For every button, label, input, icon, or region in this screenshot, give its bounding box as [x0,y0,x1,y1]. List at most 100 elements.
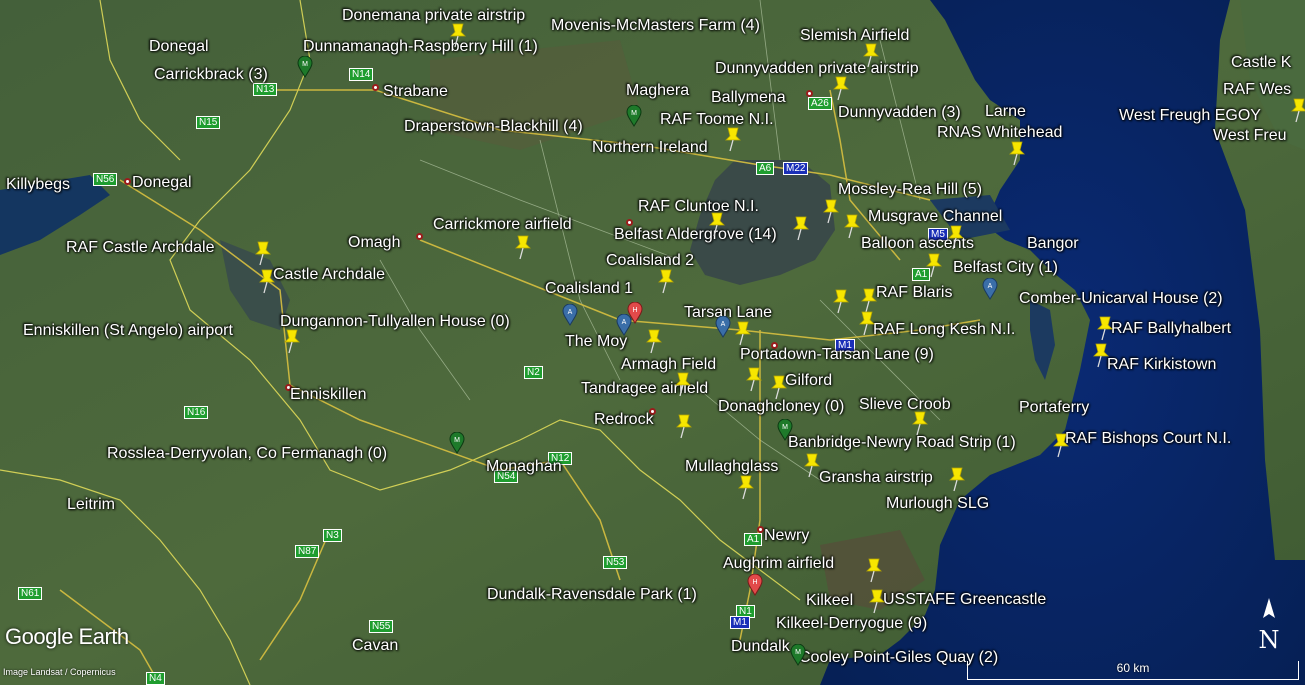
label-raf-kirkistown[interactable]: RAF Kirkistown [1107,356,1216,374]
label-west-freu[interactable]: West Freu [1213,127,1287,145]
pushpin-icon[interactable] [946,466,968,492]
label-gransha[interactable]: Gransha airstrip [819,469,933,487]
label-cavan: Cavan [352,637,399,654]
label-dungannon[interactable]: Dungannon-Tullyallen House (0) [280,313,510,331]
label-donemana[interactable]: Donemana private airstrip [342,7,525,25]
label-dundalk-ravensdale[interactable]: Dundalk-Ravensdale Park (1) [487,586,697,604]
green-placemark-icon[interactable]: M [449,432,465,454]
pushpin-icon[interactable] [673,413,695,439]
label-carrickmore[interactable]: Carrickmore airfield [433,216,572,234]
pushpin-icon[interactable] [706,211,728,237]
pushpin-icon[interactable] [856,310,878,336]
label-mossley[interactable]: Mossley-Rea Hill (5) [838,181,982,199]
label-mullaghglass[interactable]: Mullaghglass [685,458,778,476]
label-belfast-aldergrove[interactable]: Belfast Aldergrove (14) [614,226,777,244]
label-dunnamanagh[interactable]: Dunnamanagh-Raspberry Hill (1) [303,38,538,56]
pushpin-icon[interactable] [909,410,931,436]
green-placemark-icon[interactable]: M [626,105,642,127]
pushpin-icon[interactable] [672,371,694,397]
label-raf-west[interactable]: RAF Wes [1223,81,1291,99]
pushpin-icon[interactable] [790,215,812,241]
north-arrow-icon[interactable]: N [1255,596,1283,656]
label-enniskillen-airport[interactable]: Enniskillen (St Angelo) airport [23,322,233,340]
pushpin-icon[interactable] [923,252,945,278]
blue-placemark-icon[interactable]: A [715,316,731,338]
pushpin-icon[interactable] [860,42,882,68]
pushpin-icon[interactable] [830,288,852,314]
pushpin-icon[interactable] [945,224,967,250]
pushpin-icon[interactable] [1050,432,1072,458]
label-coalisland-2[interactable]: Coalisland 2 [606,252,694,270]
pushpin-icon[interactable] [256,268,278,294]
pushpin-icon[interactable] [1288,97,1305,123]
pushpin-icon[interactable] [732,320,754,346]
hospital-placemark-icon[interactable]: H [627,302,643,324]
pushpin-icon[interactable] [801,452,823,478]
label-murlough[interactable]: Murlough SLG [886,495,989,513]
pushpin-icon[interactable] [1094,315,1116,341]
label-raf-toome[interactable]: RAF Toome N.I. [660,111,774,129]
label-banbridge[interactable]: Banbridge-Newry Road Strip (1) [788,434,1016,452]
label-raf-ballyhalbert[interactable]: RAF Ballyhalbert [1111,320,1231,338]
road-shield-a6: A6 [756,162,775,175]
label-belfast-city[interactable]: Belfast City (1) [953,259,1058,277]
label-coalisland-1[interactable]: Coalisland 1 [545,280,633,298]
label-raf-long-kesh[interactable]: RAF Long Kesh N.I. [873,321,1015,339]
town-dot-donegal [124,178,131,185]
label-draperstown[interactable]: Draperstown-Blackhill (4) [404,118,583,136]
map-view[interactable]: N14 N13 N15 N56 A26 A6 M22 M5 A1 M1 N2 N… [0,0,1305,685]
blue-placemark-icon[interactable]: A [982,278,998,300]
label-slieve-croob[interactable]: Slieve Croob [859,396,951,414]
pushpin-icon[interactable] [447,22,469,48]
pushpin-icon[interactable] [768,374,790,400]
blue-placemark-icon[interactable]: A [562,304,578,326]
pushpin-icon[interactable] [735,474,757,500]
svg-text:M: M [631,110,637,117]
label-armagh-field[interactable]: Armagh Field [621,356,716,374]
label-raf-cluntoe[interactable]: RAF Cluntoe N.I. [638,198,759,216]
label-rosslea[interactable]: Rosslea-Derryvolan, Co Fermanagh (0) [107,445,387,463]
pushpin-icon[interactable] [863,557,885,583]
label-musgrave[interactable]: Musgrave Channel [868,208,1002,226]
label-rnas-whitehead[interactable]: RNAS Whitehead [937,124,1062,142]
pushpin-icon[interactable] [252,240,274,266]
green-placemark-icon[interactable]: M [297,56,313,78]
pushpin-icon[interactable] [1006,140,1028,166]
label-carrickbrack[interactable]: Carrickbrack (3) [154,66,268,84]
label-raf-blaris[interactable]: RAF Blaris [876,284,952,302]
label-movenis[interactable]: Movenis-McMasters Farm (4) [551,17,760,35]
road-shield-n56: N56 [93,173,118,186]
label-donaghcloney[interactable]: Donaghcloney (0) [718,398,844,416]
pushpin-icon[interactable] [743,366,765,392]
label-dunnyvadden-private[interactable]: Dunnyvadden private airstrip [715,60,919,78]
hospital-placemark-icon[interactable]: H [747,574,763,596]
label-comber[interactable]: Comber-Unicarval House (2) [1019,290,1223,308]
label-kilkeel-derryogue[interactable]: Kilkeel-Derryogue (9) [776,615,927,633]
svg-text:M: M [795,649,801,656]
svg-text:A: A [988,283,993,290]
label-west-freugh-egoy[interactable]: West Freugh EGOY [1119,107,1261,125]
pushpin-icon[interactable] [722,126,744,152]
green-placemark-icon[interactable]: M [777,419,793,441]
pushpin-icon[interactable] [655,268,677,294]
label-usstafe[interactable]: USSTAFE Greencastle [883,591,1046,609]
pushpin-icon[interactable] [281,328,303,354]
green-placemark-icon[interactable]: M [790,644,806,666]
label-portadown[interactable]: Portadown-Tarsan Lane (9) [740,346,934,364]
label-raf-bishops-court[interactable]: RAF Bishops Court N.I. [1065,430,1231,448]
pushpin-icon[interactable] [820,198,842,224]
pushpin-icon[interactable] [512,234,534,260]
google-earth-logo: Google Earth [5,624,129,649]
label-castle-archdale[interactable]: Castle Archdale [273,266,385,284]
pushpin-icon[interactable] [830,75,852,101]
label-raf-castle-archdale[interactable]: RAF Castle Archdale [66,239,215,257]
pushpin-icon[interactable] [866,588,888,614]
label-slemish[interactable]: Slemish Airfield [800,27,909,45]
pushpin-icon[interactable] [1090,342,1112,368]
svg-text:H: H [752,579,757,586]
label-leitrim: Leitrim [67,496,116,513]
pushpin-icon[interactable] [841,213,863,239]
label-aughrim[interactable]: Aughrim airfield [723,555,834,573]
label-dunnyvadden-3[interactable]: Dunnyvadden (3) [838,104,961,122]
pushpin-icon[interactable] [643,328,665,354]
